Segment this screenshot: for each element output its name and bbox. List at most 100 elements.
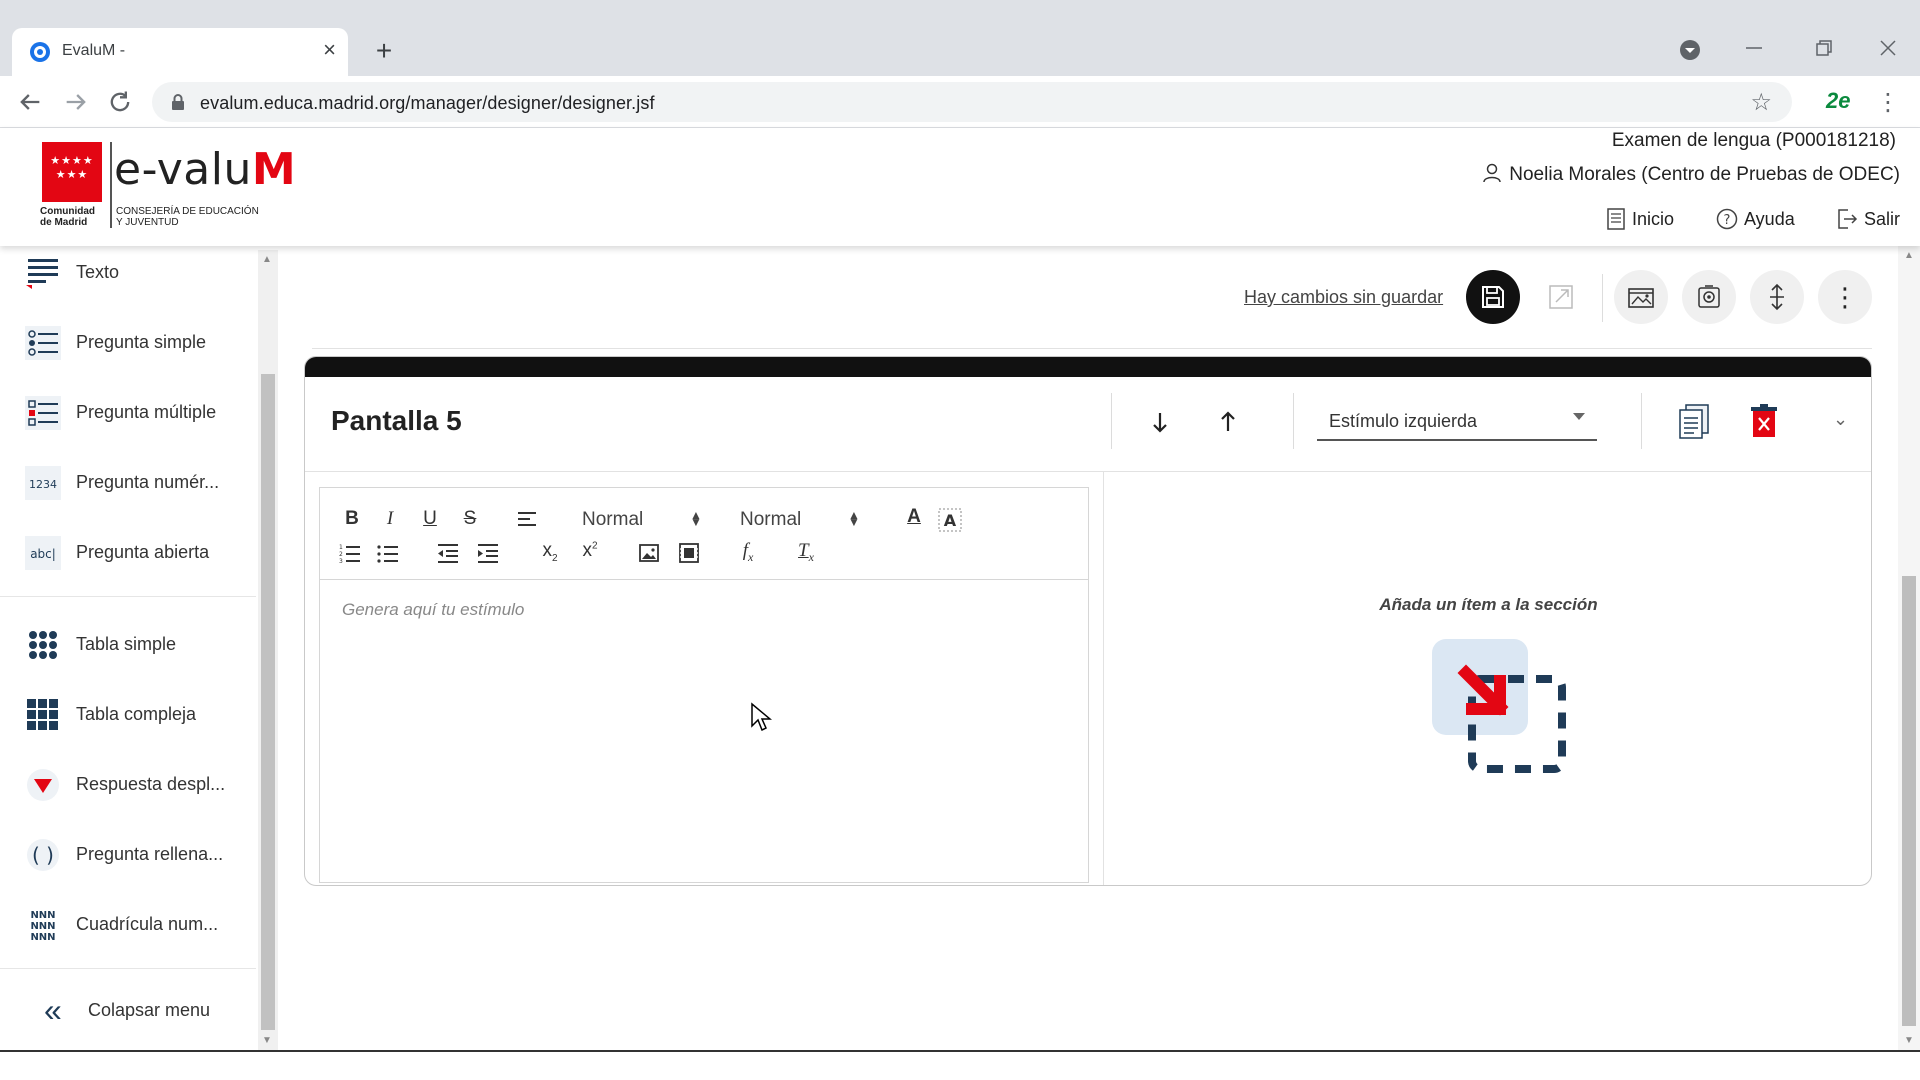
number-grid-icon: NNNNNNNNN <box>30 910 55 943</box>
settings-button[interactable] <box>1682 270 1736 324</box>
superscript-button[interactable]: x2 <box>576 540 604 562</box>
sidebar-scroll-thumb[interactable] <box>261 374 275 1030</box>
sidebar-item-pregunta-multiple[interactable]: Pregunta múltiple <box>0 382 256 442</box>
editor-placeholder: Genera aquí tu estímulo <box>342 600 525 619</box>
sidebar-item-tabla-simple[interactable]: Tabla simple <box>0 614 256 674</box>
bold-button[interactable]: B <box>338 508 366 530</box>
move-down-arrow-icon[interactable] <box>1145 407 1175 437</box>
extension-icon[interactable]: 2e <box>1826 88 1850 114</box>
vertical-align-icon <box>1770 283 1784 311</box>
dropdown-caret-icon <box>1573 413 1585 420</box>
italic-button[interactable]: I <box>376 508 404 530</box>
insert-video-icon[interactable] <box>678 542 700 564</box>
bullet-list-icon[interactable] <box>376 542 400 564</box>
insert-image-icon[interactable] <box>638 542 660 564</box>
svg-text:NNN: NNN <box>30 932 55 943</box>
sidebar-item-texto[interactable]: Texto <box>0 246 256 302</box>
svg-text:abc|: abc| <box>30 547 56 561</box>
home-link[interactable]: Inicio <box>1606 208 1674 230</box>
preview-button[interactable] <box>1614 270 1668 324</box>
logout-link[interactable]: Salir <box>1836 208 1900 230</box>
sidebar-item-pregunta-simple[interactable]: Pregunta simple <box>0 312 256 372</box>
svg-text:A: A <box>944 511 957 530</box>
background-color-icon[interactable]: A <box>938 508 962 532</box>
scroll-up-icon[interactable]: ▲ <box>262 254 272 265</box>
browser-menu-icon[interactable]: ⋮ <box>1876 88 1900 117</box>
screen-card: Pantalla 5 Estímulo izquierda ⌄ B I U S … <box>304 356 1872 886</box>
outdent-icon[interactable] <box>436 542 460 564</box>
formula-button[interactable]: fx <box>734 540 762 565</box>
browser-tab[interactable]: EvaluM - × <box>12 28 348 76</box>
font-size-select[interactable]: Normal ▲ ▼ <box>582 509 702 531</box>
kebab-menu-icon: ⋮ <box>1832 282 1858 312</box>
align-icon[interactable] <box>516 510 538 530</box>
address-bar[interactable]: evalum.educa.madrid.org/manager/designer… <box>152 82 1792 122</box>
more-options-button[interactable]: ⋮ <box>1818 270 1872 324</box>
text-color-button[interactable]: A <box>900 506 928 528</box>
url-text: evalum.educa.madrid.org/manager/designer… <box>200 93 655 113</box>
open-external-button[interactable] <box>1534 270 1588 324</box>
main-scroll-thumb[interactable] <box>1902 576 1916 1026</box>
subscript-button[interactable]: x2 <box>536 540 564 564</box>
page-bottom-edge <box>0 1050 1920 1080</box>
sidebar-item-cuadricula-numerica[interactable]: NNN NNN NNN Cuadrícula num... <box>0 894 256 954</box>
profile-menu-icon[interactable] <box>1676 36 1704 64</box>
reload-icon[interactable] <box>106 88 134 116</box>
copy-screen-icon[interactable] <box>1677 403 1711 439</box>
indent-icon[interactable] <box>476 542 500 564</box>
move-up-arrow-icon[interactable] <box>1213 407 1243 437</box>
gear-document-icon <box>1698 285 1720 308</box>
save-button[interactable] <box>1466 270 1520 324</box>
tab-close-icon[interactable]: × <box>323 37 336 63</box>
ordered-list-icon[interactable]: 123 <box>338 542 362 564</box>
sidebar-item-pregunta-abierta[interactable]: abc| Pregunta abierta <box>0 522 256 582</box>
dropdown-answer-icon <box>27 769 59 801</box>
svg-text:3: 3 <box>339 558 343 564</box>
single-choice-icon <box>25 326 61 360</box>
help-icon: ? <box>1716 208 1738 230</box>
user-info: Noelia Morales (Centro de Pruebas de ODE… <box>1481 162 1900 186</box>
lock-icon <box>172 94 184 110</box>
sidebar-scrollbar[interactable]: ▲ ▼ <box>258 250 278 1050</box>
sidebar-item-respuesta-desplegable[interactable]: Respuesta despl... <box>0 754 256 814</box>
minimize-window-icon[interactable] <box>1742 36 1766 60</box>
collapse-menu-button[interactable]: « Colapsar menu <box>0 982 256 1038</box>
back-arrow-icon[interactable] <box>16 88 44 116</box>
underline-button[interactable]: U <box>416 508 444 530</box>
scroll-down-icon[interactable]: ▼ <box>262 1035 272 1046</box>
screen-title: Pantalla 5 <box>331 405 462 436</box>
clear-format-button[interactable]: Tx <box>792 540 820 565</box>
layout-select[interactable]: Estímulo izquierda <box>1317 397 1597 441</box>
logo-department-text: CONSEJERÍA DE EDUCACIÓN Y JUVENTUD <box>116 206 259 228</box>
adjust-button[interactable] <box>1750 270 1804 324</box>
sidebar-item-pregunta-numerica[interactable]: 1234 Pregunta numér... <box>0 452 256 512</box>
strikethrough-button[interactable]: S <box>456 508 484 530</box>
unsaved-changes-link[interactable]: Hay cambios sin guardar <box>1244 287 1443 308</box>
sidebar-item-tabla-compleja[interactable]: Tabla compleja <box>0 684 256 744</box>
sidebar-divider <box>0 596 256 597</box>
close-window-icon[interactable] <box>1876 36 1900 60</box>
main-scrollbar[interactable]: ▲ ▼ <box>1898 246 1920 1050</box>
open-question-icon: abc| <box>25 536 61 570</box>
image-preview-icon <box>1628 288 1654 308</box>
scroll-down-icon[interactable]: ▼ <box>1904 1035 1914 1046</box>
forward-arrow-icon[interactable] <box>62 88 90 116</box>
delete-screen-icon[interactable] <box>1749 403 1779 439</box>
chevron-down-icon[interactable]: ⌄ <box>1833 409 1848 430</box>
scroll-up-icon[interactable]: ▲ <box>1904 250 1914 261</box>
new-tab-button[interactable]: + <box>366 33 402 69</box>
help-link[interactable]: ? Ayuda <box>1716 208 1795 230</box>
user-icon <box>1483 163 1502 183</box>
designer-main: Hay cambios sin guardar ⋮ Pantalla 5 Est… <box>280 246 1898 1050</box>
format-select[interactable]: Normal ▲ ▼ <box>740 509 860 531</box>
bookmark-star-icon[interactable]: ☆ <box>1750 88 1772 117</box>
complex-table-icon <box>27 699 58 730</box>
sidebar-item-pregunta-rellenable[interactable]: ( ) Pregunta rellena... <box>0 824 256 884</box>
evalum-favicon-icon <box>30 42 50 62</box>
stimulus-editor[interactable]: B I U S Normal ▲ ▼ Normal ▲ ▼ A A 123 x2 x2 … <box>319 487 1089 883</box>
item-drop-zone[interactable]: Añada un ítem a la sección <box>1103 471 1871 885</box>
mouse-cursor-icon <box>751 702 772 732</box>
restore-window-icon[interactable] <box>1812 36 1836 60</box>
app-header: ★★★★ ★★★ Comunidad de Madrid e-valuM CONS… <box>0 128 1920 246</box>
header-separator <box>1293 393 1294 449</box>
